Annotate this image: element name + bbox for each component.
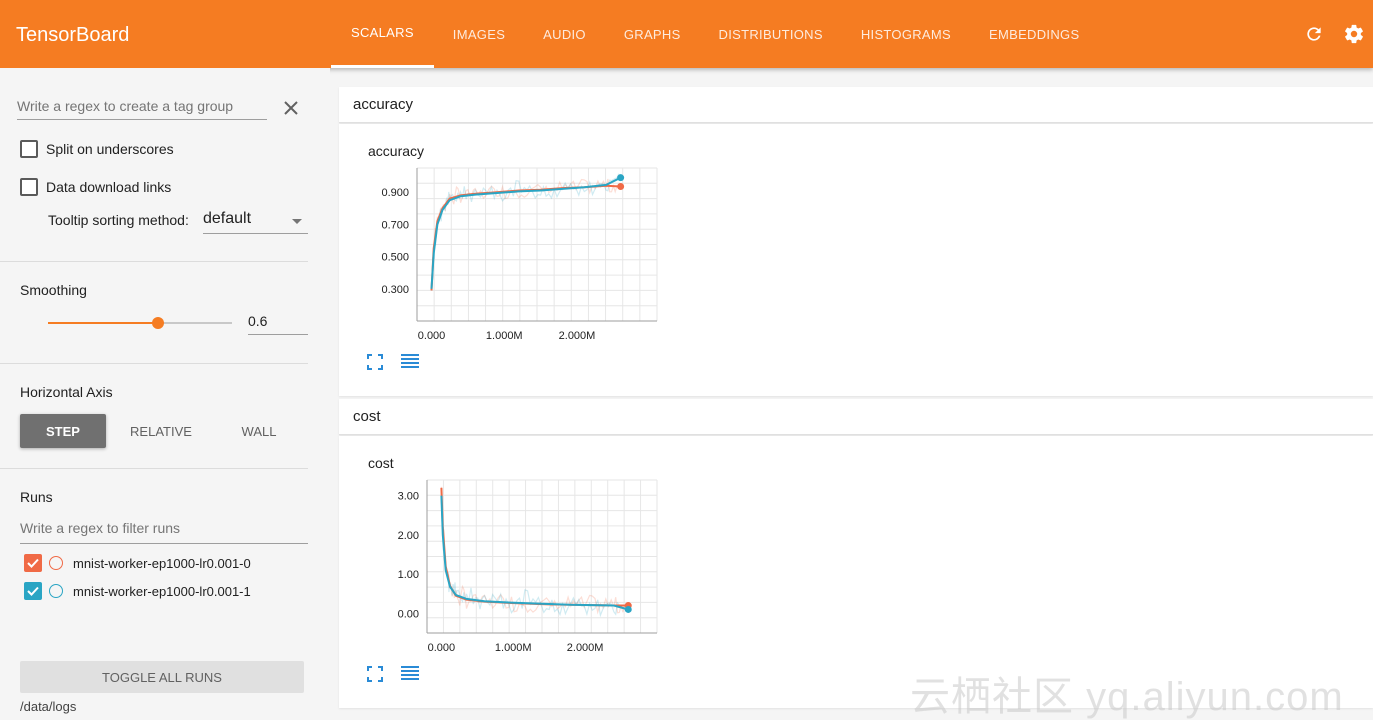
chevron-down-icon <box>292 219 302 224</box>
smoothing-value-input[interactable]: 0.6 <box>248 313 308 335</box>
fullscreen-icon[interactable] <box>366 665 386 683</box>
x-tick-label: 1.000M <box>495 642 532 654</box>
top-bar: TensorBoard SCALARS IMAGES AUDIO GRAPHS … <box>0 0 1373 68</box>
data-table-icon[interactable] <box>400 353 420 371</box>
x-tick-label: 0.000 <box>418 330 446 342</box>
series-endpoint <box>624 605 632 613</box>
horizontal-axis-title: Horizontal Axis <box>20 384 113 400</box>
sidebar: Write a regex to create a tag group Spli… <box>0 68 330 720</box>
run-name: mnist-worker-ep1000-lr0.001-0 <box>73 555 251 571</box>
axis-relative-button[interactable]: RELATIVE <box>118 414 204 448</box>
data-download-checkbox[interactable] <box>20 178 38 196</box>
y-tick-label: 2.00 <box>398 530 419 542</box>
y-tick-label: 1.00 <box>398 569 419 581</box>
app-title: TensorBoard <box>16 24 130 46</box>
cost-chart[interactable]: 0.00 1.00 2.00 3.00 0.000 1.000M 2.000M <box>360 477 670 657</box>
data-table-icon[interactable] <box>400 665 420 683</box>
check-icon <box>27 558 39 568</box>
group-title: accuracy <box>353 96 414 113</box>
tab-scalars[interactable]: SCALARS <box>331 0 434 68</box>
x-tick-label: 2.000M <box>567 642 604 654</box>
check-icon <box>27 586 39 596</box>
log-directory: /data/logs <box>20 699 77 714</box>
run-color-circle-icon[interactable] <box>49 556 63 570</box>
raw-series-line <box>440 486 627 615</box>
group-header-cost[interactable]: cost <box>339 399 1373 435</box>
chart-title: cost <box>368 455 394 471</box>
group-title: cost <box>353 408 381 425</box>
refresh-icon[interactable] <box>1302 22 1326 46</box>
x-tick-label: 2.000M <box>559 330 596 342</box>
run-item[interactable]: mnist-worker-ep1000-lr0.001-1 <box>24 582 251 600</box>
y-tick-label: 0.00 <box>398 608 419 620</box>
split-underscores-option[interactable]: Split on underscores <box>20 140 174 158</box>
tab-histograms[interactable]: HISTOGRAMS <box>842 0 970 68</box>
y-tick-label: 3.00 <box>398 491 419 503</box>
chart-title: accuracy <box>368 143 425 159</box>
settings-icon[interactable] <box>1342 22 1366 46</box>
series-line <box>440 495 629 611</box>
watermark: 云栖社区 yq.aliyun.com <box>910 675 1344 719</box>
x-tick-label: 1.000M <box>486 330 523 342</box>
tooltip-sorting-label: Tooltip sorting method: <box>48 212 189 228</box>
tab-graphs[interactable]: GRAPHS <box>605 0 700 68</box>
split-underscores-checkbox[interactable] <box>20 140 38 158</box>
smoothing-title: Smoothing <box>20 282 87 298</box>
tab-audio[interactable]: AUDIO <box>524 0 605 68</box>
series-endpoint <box>617 183 625 191</box>
runs-filter-input[interactable]: Write a regex to filter runs <box>20 520 308 544</box>
fullscreen-icon[interactable] <box>366 353 386 371</box>
y-tick-label: 0.500 <box>381 252 409 264</box>
y-tick-label: 0.700 <box>381 219 409 231</box>
tooltip-sorting-value: default <box>203 210 252 227</box>
divider <box>0 261 308 262</box>
axis-wall-button[interactable]: WALL <box>216 414 302 448</box>
tooltip-sorting-select[interactable]: default <box>203 210 308 234</box>
run-color-circle-icon[interactable] <box>49 584 63 598</box>
toggle-all-runs-button[interactable]: TOGGLE ALL RUNS <box>20 661 304 693</box>
run-checkbox[interactable] <box>24 582 42 600</box>
run-item[interactable]: mnist-worker-ep1000-lr0.001-0 <box>24 554 251 572</box>
raw-series-line <box>440 496 628 618</box>
group-header-accuracy[interactable]: accuracy <box>339 87 1373 123</box>
run-name: mnist-worker-ep1000-lr0.001-1 <box>73 583 251 599</box>
y-tick-label: 0.300 <box>381 284 409 296</box>
y-tick-label: 0.900 <box>381 187 409 199</box>
tag-group-input[interactable]: Write a regex to create a tag group <box>17 98 267 120</box>
tab-distributions[interactable]: DISTRIBUTIONS <box>700 0 842 68</box>
split-underscores-label: Split on underscores <box>46 141 174 157</box>
accuracy-chart[interactable]: 0.300 0.500 0.700 0.900 0.000 1.000M 2.000M <box>360 165 670 345</box>
run-checkbox[interactable] <box>24 554 42 572</box>
data-download-label: Data download links <box>46 179 172 195</box>
x-tick-label: 0.000 <box>428 642 456 654</box>
tab-bar: SCALARS IMAGES AUDIO GRAPHS DISTRIBUTION… <box>331 0 1098 68</box>
close-icon[interactable] <box>281 98 301 118</box>
series-line <box>440 487 629 607</box>
data-download-option[interactable]: Data download links <box>20 178 171 196</box>
smoothing-slider-knob[interactable] <box>152 317 165 329</box>
divider <box>0 363 308 364</box>
divider <box>0 468 308 469</box>
runs-title: Runs <box>20 489 53 505</box>
series-endpoint <box>617 174 625 182</box>
smoothing-slider-fill <box>48 322 159 324</box>
tab-images[interactable]: IMAGES <box>434 0 524 68</box>
tab-embeddings[interactable]: EMBEDDINGS <box>970 0 1098 68</box>
axis-step-button[interactable]: STEP <box>20 414 106 448</box>
